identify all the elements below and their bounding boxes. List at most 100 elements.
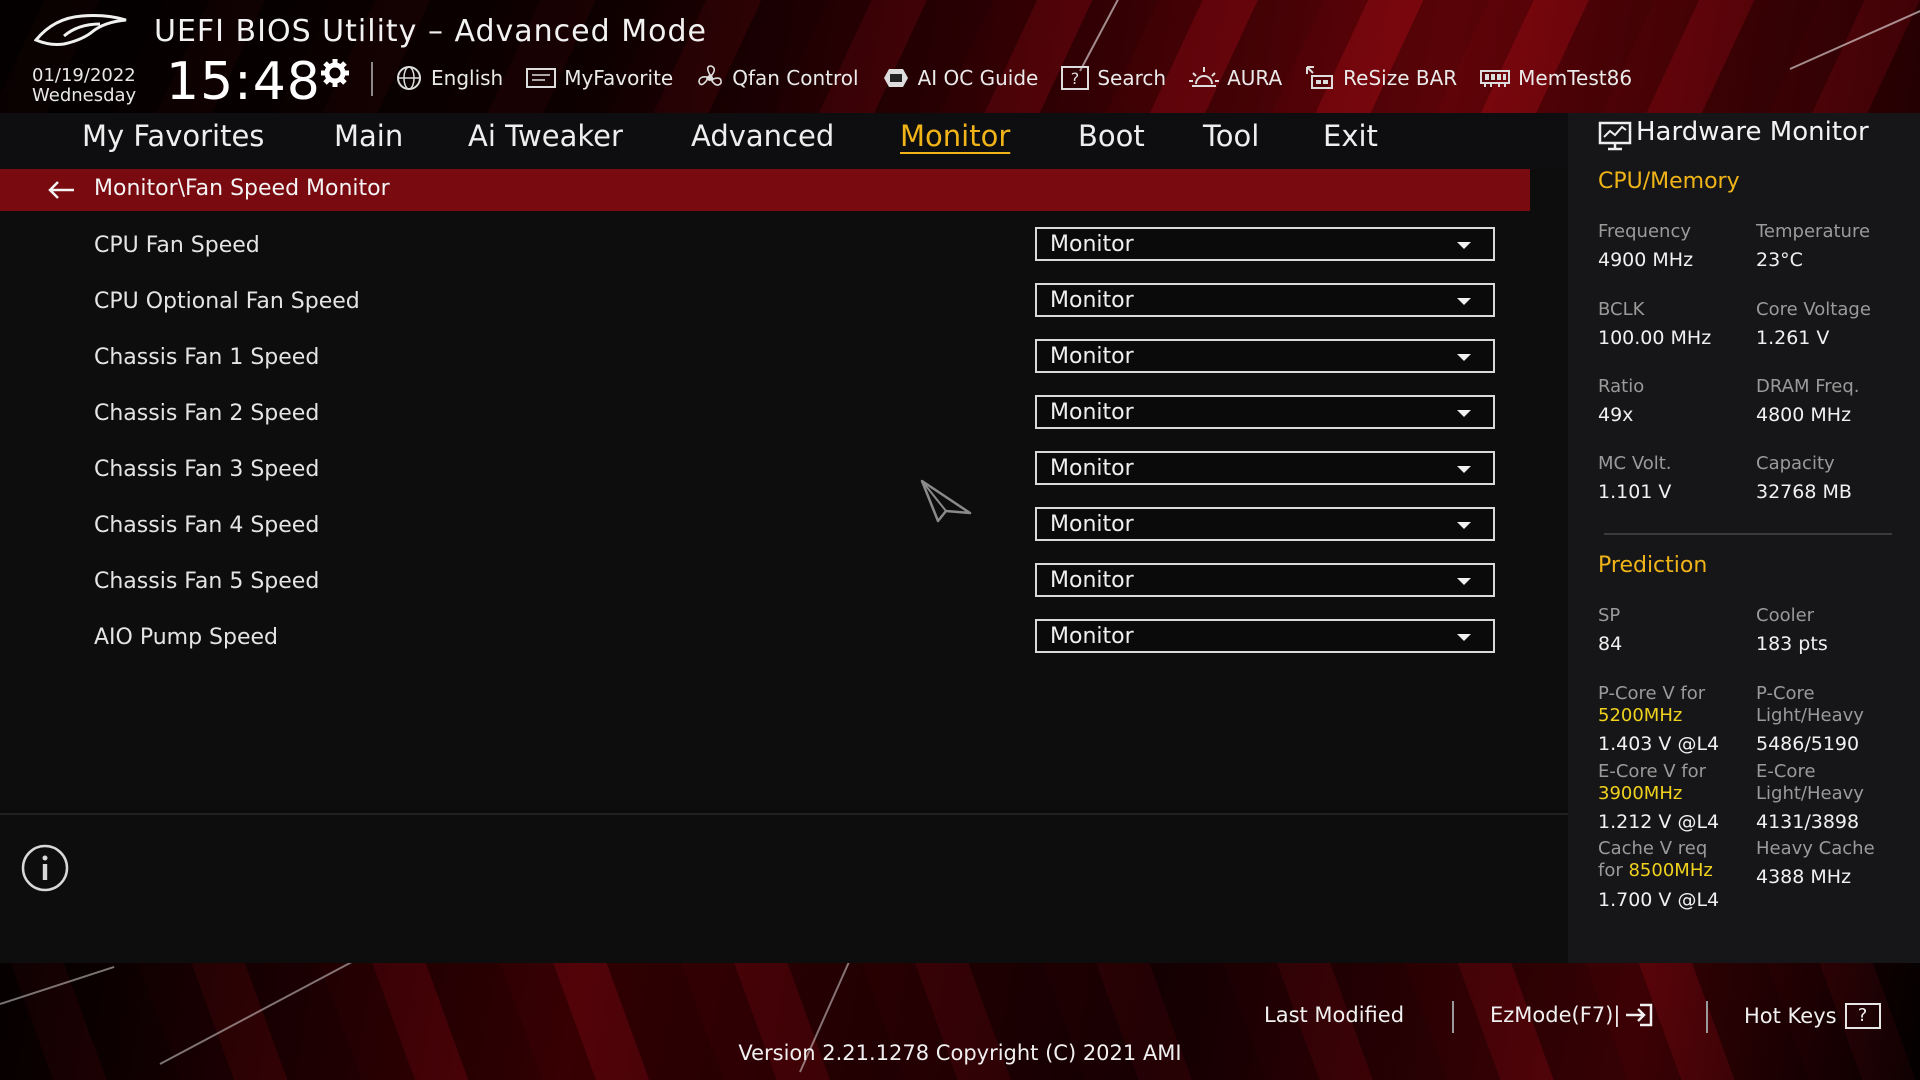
hardware-monitor-title: Hardware Monitor bbox=[1636, 117, 1869, 147]
ecore-v-freq: 3900MHz bbox=[1598, 783, 1683, 804]
back-arrow-icon[interactable] bbox=[46, 180, 76, 200]
toolbar-myfavorite[interactable]: MyFavorite bbox=[525, 66, 673, 90]
tab-my-favorites[interactable]: My Favorites bbox=[82, 119, 264, 153]
setting-dropdown[interactable]: Monitor bbox=[1035, 283, 1495, 317]
setting-dropdown[interactable]: Monitor bbox=[1035, 339, 1495, 373]
last-modified-button[interactable]: Last Modified bbox=[1264, 1003, 1404, 1027]
settings-panel: Monitor\Fan Speed Monitor CPU Fan Speed … bbox=[0, 169, 1568, 809]
cache-v-label-2: for 8500MHz bbox=[1598, 860, 1713, 882]
toolbar-search-label: Search bbox=[1097, 66, 1167, 90]
setting-row-chassis-fan-5[interactable]: Chassis Fan 5 Speed Monitor bbox=[0, 561, 1530, 607]
pcore-v-label: P-Core V for bbox=[1598, 683, 1706, 704]
hardware-monitor-panel: Hardware Monitor CPU/Memory Frequency 49… bbox=[1568, 113, 1920, 963]
setting-label: Chassis Fan 4 Speed bbox=[94, 513, 320, 538]
help-key-icon: ? bbox=[1844, 1003, 1881, 1029]
cooler-label: Cooler bbox=[1756, 605, 1815, 626]
bclk-label: BCLK bbox=[1598, 299, 1645, 320]
ratio-label: Ratio bbox=[1598, 376, 1645, 397]
setting-dropdown[interactable]: Monitor bbox=[1035, 451, 1495, 485]
setting-dropdown[interactable]: Monitor bbox=[1035, 227, 1495, 261]
pcore-v-freq: 5200MHz bbox=[1598, 705, 1683, 726]
section-cpu-memory: CPU/Memory bbox=[1598, 169, 1740, 194]
toolbar-memtest86-label: MemTest86 bbox=[1518, 66, 1633, 90]
tab-monitor[interactable]: Monitor bbox=[900, 119, 1010, 153]
rog-logo-icon bbox=[34, 14, 127, 46]
toolbar-aura[interactable]: AURA bbox=[1188, 64, 1282, 92]
setting-row-aio-pump[interactable]: AIO Pump Speed Monitor bbox=[0, 617, 1530, 663]
pcore-v-value: 1.403 V @L4 bbox=[1598, 733, 1720, 755]
decor-slash bbox=[1789, 3, 1920, 70]
toolbar-ai-oc-guide[interactable]: AI OC Guide bbox=[881, 65, 1039, 91]
decor-slash bbox=[1079, 0, 1166, 72]
memtest-icon bbox=[1480, 70, 1511, 87]
resize-bar-icon bbox=[1306, 66, 1334, 89]
ezmode-button[interactable]: EzMode(F7)| bbox=[1490, 1003, 1654, 1027]
setting-label: Chassis Fan 5 Speed bbox=[94, 569, 320, 594]
setting-row-cpu-fan[interactable]: CPU Fan Speed Monitor bbox=[0, 225, 1530, 271]
breadcrumb: Monitor\Fan Speed Monitor bbox=[0, 169, 1530, 211]
info-icon bbox=[21, 844, 69, 892]
setting-row-chassis-fan-4[interactable]: Chassis Fan 4 Speed Monitor bbox=[0, 505, 1530, 551]
toolbar-qfan-label: Qfan Control bbox=[732, 66, 859, 90]
toolbar-english[interactable]: English bbox=[394, 65, 503, 91]
setting-label: Chassis Fan 1 Speed bbox=[94, 345, 320, 370]
tab-advanced[interactable]: Advanced bbox=[691, 119, 834, 153]
gear-icon[interactable] bbox=[320, 58, 350, 88]
chevron-down-icon bbox=[1457, 634, 1471, 641]
pcore-lh-label: P-Core bbox=[1756, 683, 1815, 704]
footer-divider bbox=[1452, 1001, 1454, 1033]
mouse-cursor-icon bbox=[920, 479, 972, 523]
hot-keys-label: Hot Keys bbox=[1744, 1004, 1837, 1028]
ratio-value: 49x bbox=[1598, 404, 1634, 426]
breadcrumb-path: Monitor\Fan Speed Monitor bbox=[94, 176, 390, 201]
bclk-value: 100.00 MHz bbox=[1598, 327, 1712, 349]
setting-dropdown[interactable]: Monitor bbox=[1035, 507, 1495, 541]
core-voltage-label: Core Voltage bbox=[1756, 299, 1871, 320]
setting-row-chassis-fan-1[interactable]: Chassis Fan 1 Speed Monitor bbox=[0, 337, 1530, 383]
tab-boot[interactable]: Boot bbox=[1078, 119, 1145, 153]
app-title: UEFI BIOS Utility – Advanced Mode bbox=[154, 14, 707, 49]
dram-freq-value: 4800 MHz bbox=[1756, 404, 1852, 426]
ecore-v-value: 1.212 V @L4 bbox=[1598, 811, 1720, 833]
ai-oc-icon bbox=[883, 69, 908, 87]
chevron-down-icon bbox=[1457, 578, 1471, 585]
hot-keys-button[interactable]: Hot Keys ? bbox=[1744, 1003, 1881, 1029]
setting-row-cpu-opt-fan[interactable]: CPU Optional Fan Speed Monitor bbox=[0, 281, 1530, 327]
toolbar-ai-oc-label: AI OC Guide bbox=[917, 66, 1039, 90]
tab-ai-tweaker[interactable]: Ai Tweaker bbox=[468, 119, 623, 153]
setting-label: Chassis Fan 2 Speed bbox=[94, 401, 320, 426]
cache-v-for: for bbox=[1598, 860, 1623, 881]
setting-label: AIO Pump Speed bbox=[94, 625, 279, 650]
tab-exit[interactable]: Exit bbox=[1323, 119, 1378, 153]
dropdown-value: Monitor bbox=[1050, 624, 1134, 649]
toolbar-resize-bar-label: ReSize BAR bbox=[1343, 66, 1458, 90]
setting-dropdown[interactable]: Monitor bbox=[1035, 563, 1495, 597]
chevron-down-icon bbox=[1457, 466, 1471, 473]
heavy-cache-label: Heavy Cache bbox=[1756, 838, 1875, 859]
setting-dropdown[interactable]: Monitor bbox=[1035, 395, 1495, 429]
tab-tool[interactable]: Tool bbox=[1203, 119, 1259, 153]
setting-row-chassis-fan-3[interactable]: Chassis Fan 3 Speed Monitor bbox=[0, 449, 1530, 495]
toolbar-search[interactable]: ? Search bbox=[1060, 65, 1166, 91]
dropdown-value: Monitor bbox=[1050, 456, 1134, 481]
ecore-v-label: E-Core V for bbox=[1598, 761, 1707, 782]
search-help-icon: ? bbox=[1061, 66, 1090, 90]
header-bar: UEFI BIOS Utility – Advanced Mode 01/19/… bbox=[0, 0, 1920, 113]
mc-volt-label: MC Volt. bbox=[1598, 453, 1672, 474]
setting-row-chassis-fan-2[interactable]: Chassis Fan 2 Speed Monitor bbox=[0, 393, 1530, 439]
toolbar-resize-bar[interactable]: ReSize BAR bbox=[1304, 64, 1457, 92]
setting-dropdown[interactable]: Monitor bbox=[1035, 619, 1495, 653]
toolbar-memtest86[interactable]: MemTest86 bbox=[1479, 66, 1632, 90]
tab-main[interactable]: Main bbox=[334, 119, 403, 153]
sp-value: 84 bbox=[1598, 633, 1623, 655]
aura-icon bbox=[1189, 67, 1220, 87]
ecore-lh-label: E-Core bbox=[1756, 761, 1816, 782]
heavy-cache-value: 4388 MHz bbox=[1756, 866, 1852, 888]
ecore-lh-label-2: Light/Heavy bbox=[1756, 783, 1864, 804]
toolbar-qfan-control[interactable]: Qfan Control bbox=[695, 64, 859, 92]
toolbar-english-label: English bbox=[431, 66, 504, 90]
date-display: 01/19/2022 bbox=[32, 65, 136, 86]
ecore-lh-value: 4131/3898 bbox=[1756, 811, 1860, 833]
dropdown-value: Monitor bbox=[1050, 232, 1134, 257]
dropdown-value: Monitor bbox=[1050, 288, 1134, 313]
